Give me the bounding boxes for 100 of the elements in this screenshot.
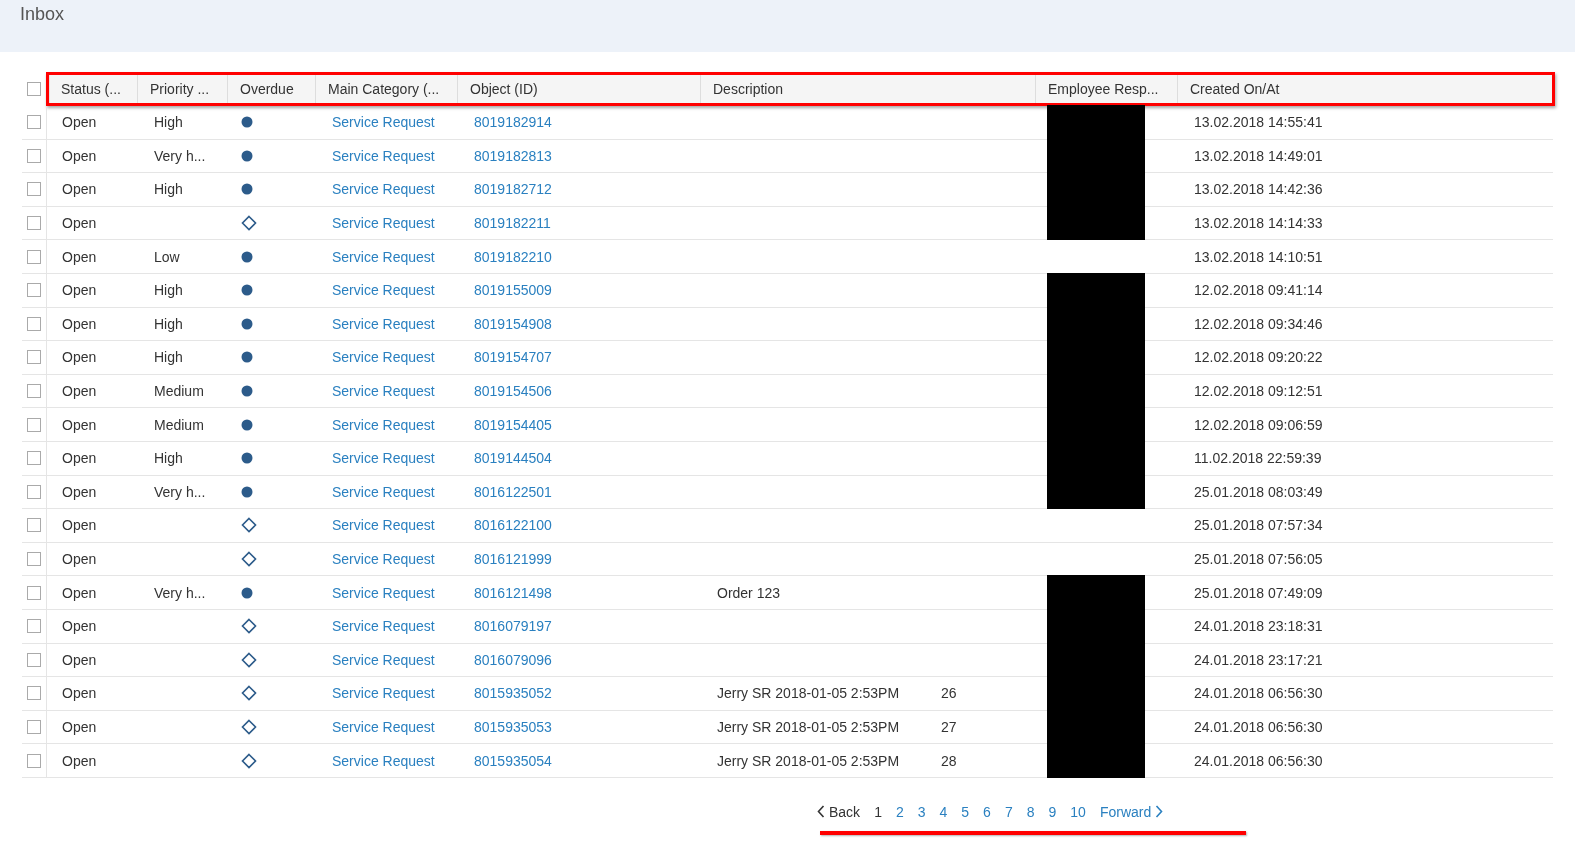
column-header[interactable]: Status (... xyxy=(49,75,138,103)
created-date: 11.02.2018 22:59:39 xyxy=(1194,450,1322,467)
row-checkbox[interactable] xyxy=(27,148,41,163)
priority-text: Very h... xyxy=(154,584,206,601)
created-date: 12.02.2018 09:12:51 xyxy=(1194,383,1323,400)
row-checkbox[interactable] xyxy=(27,249,41,264)
object-id-link[interactable]: 8019182211 xyxy=(474,215,551,232)
object-id-link[interactable]: 8016122100 xyxy=(474,517,552,534)
row-checkbox[interactable] xyxy=(27,552,41,566)
category-link[interactable]: Service Request xyxy=(332,282,435,299)
page-number[interactable]: 7 xyxy=(1004,803,1013,820)
category-link[interactable]: Service Request xyxy=(332,584,435,601)
object-id-link[interactable]: 8019182712 xyxy=(474,181,552,198)
page-number[interactable]: 8 xyxy=(1026,803,1035,820)
status-text: Open xyxy=(62,248,97,265)
row-checkbox[interactable] xyxy=(27,216,41,231)
row-checkbox[interactable] xyxy=(27,652,41,667)
row-checkbox[interactable] xyxy=(27,753,41,768)
category-link[interactable]: Service Request xyxy=(332,383,435,400)
chevron-right-icon xyxy=(1155,805,1164,819)
priority-text: Very h... xyxy=(154,147,206,164)
category-link[interactable]: Service Request xyxy=(332,719,435,735)
category-link[interactable]: Service Request xyxy=(332,416,435,433)
page-number[interactable]: 4 xyxy=(939,803,948,820)
object-id-link[interactable]: 8016079197 xyxy=(474,618,552,635)
category-link[interactable]: Service Request xyxy=(332,450,435,467)
column-header[interactable]: Created On/At xyxy=(1178,75,1552,103)
object-id-link[interactable]: 8016121999 xyxy=(474,551,552,567)
object-id-link[interactable]: 8015935053 xyxy=(474,719,552,735)
object-id-link[interactable]: 8015935054 xyxy=(474,752,552,769)
row-checkbox[interactable] xyxy=(27,720,41,734)
object-id-link[interactable]: 8019154707 xyxy=(474,349,552,366)
row-checkbox[interactable] xyxy=(27,451,41,466)
row-checkbox[interactable] xyxy=(27,484,41,499)
category-link[interactable]: Service Request xyxy=(332,618,435,635)
created-date: 25.01.2018 07:49:09 xyxy=(1194,584,1323,601)
object-id-link[interactable]: 8016121498 xyxy=(474,584,552,601)
category-link[interactable]: Service Request xyxy=(332,147,435,164)
row-checkbox[interactable] xyxy=(27,619,41,634)
priority-text: High xyxy=(154,315,183,332)
row-checkbox[interactable] xyxy=(27,384,41,399)
page-number[interactable]: 9 xyxy=(1048,803,1057,820)
created-date: 13.02.2018 14:14:33 xyxy=(1194,215,1323,232)
priority-text: Medium xyxy=(154,383,204,400)
object-id-link[interactable]: 8019182914 xyxy=(474,114,552,131)
row-checkbox[interactable] xyxy=(27,417,41,432)
row-checkbox[interactable] xyxy=(27,115,41,130)
select-all-checkbox[interactable] xyxy=(27,82,41,96)
object-id-link[interactable]: 8019154405 xyxy=(474,416,552,433)
row-checkbox[interactable] xyxy=(27,316,41,331)
object-id-link[interactable]: 8019154506 xyxy=(474,383,552,400)
created-date: 24.01.2018 06:56:30 xyxy=(1194,685,1323,702)
description-text: Order 123 xyxy=(717,584,782,601)
category-link[interactable]: Service Request xyxy=(332,181,435,198)
object-id-link[interactable]: 8019182210 xyxy=(474,248,552,265)
category-link[interactable]: Service Request xyxy=(332,685,435,702)
category-link[interactable]: Service Request xyxy=(332,215,435,232)
category-link[interactable]: Service Request xyxy=(332,517,435,534)
created-date: 24.01.2018 23:17:21 xyxy=(1194,651,1323,668)
page-number[interactable]: 1 xyxy=(874,803,882,820)
row-checkbox[interactable] xyxy=(27,585,41,600)
page-number[interactable]: 5 xyxy=(961,803,970,820)
column-header[interactable]: Priority ... xyxy=(138,75,228,103)
column-header[interactable]: Overdue xyxy=(228,75,316,103)
created-date: 12.02.2018 09:34:46 xyxy=(1194,315,1323,332)
column-header[interactable]: Object (ID) xyxy=(458,75,701,103)
object-id-link[interactable]: 8015935052 xyxy=(474,685,552,702)
category-link[interactable]: Service Request xyxy=(332,248,435,265)
back-button[interactable]: Back xyxy=(817,803,861,820)
category-link[interactable]: Service Request xyxy=(332,651,435,668)
category-link[interactable]: Service Request xyxy=(332,315,435,332)
category-link[interactable]: Service Request xyxy=(332,349,435,366)
column-header[interactable]: Employee Resp... xyxy=(1036,75,1178,103)
object-id-link[interactable]: 8016079096 xyxy=(474,651,552,668)
category-link[interactable]: Service Request xyxy=(332,752,435,769)
row-checkbox[interactable] xyxy=(27,182,41,197)
row-checkbox[interactable] xyxy=(27,350,41,365)
page-number[interactable]: 3 xyxy=(917,803,926,820)
created-date: 25.01.2018 07:56:05 xyxy=(1194,551,1323,567)
column-header[interactable]: Main Category (... xyxy=(316,75,458,103)
priority-text: High xyxy=(154,114,183,131)
column-header[interactable]: Description xyxy=(701,75,1036,103)
row-checkbox[interactable] xyxy=(27,283,41,298)
category-link[interactable]: Service Request xyxy=(332,551,435,567)
page-number[interactable]: 2 xyxy=(895,803,904,820)
object-id-link[interactable]: 8019155009 xyxy=(474,282,552,299)
object-id-link[interactable]: 8019182813 xyxy=(474,147,552,164)
category-link[interactable]: Service Request xyxy=(332,114,435,131)
page-number[interactable]: 10 xyxy=(1070,803,1086,820)
category-link[interactable]: Service Request xyxy=(332,483,435,500)
status-text: Open xyxy=(62,147,97,164)
created-date: 24.01.2018 06:56:30 xyxy=(1194,752,1323,769)
object-id-link[interactable]: 8016122501 xyxy=(474,483,552,500)
object-id-link[interactable]: 8019144504 xyxy=(474,450,552,467)
row-checkbox[interactable] xyxy=(27,518,41,533)
forward-button[interactable]: Forward xyxy=(1099,803,1164,820)
status-text: Open xyxy=(62,685,97,702)
page-number[interactable]: 6 xyxy=(983,803,991,820)
object-id-link[interactable]: 8019154908 xyxy=(474,315,552,332)
row-checkbox[interactable] xyxy=(27,686,41,701)
